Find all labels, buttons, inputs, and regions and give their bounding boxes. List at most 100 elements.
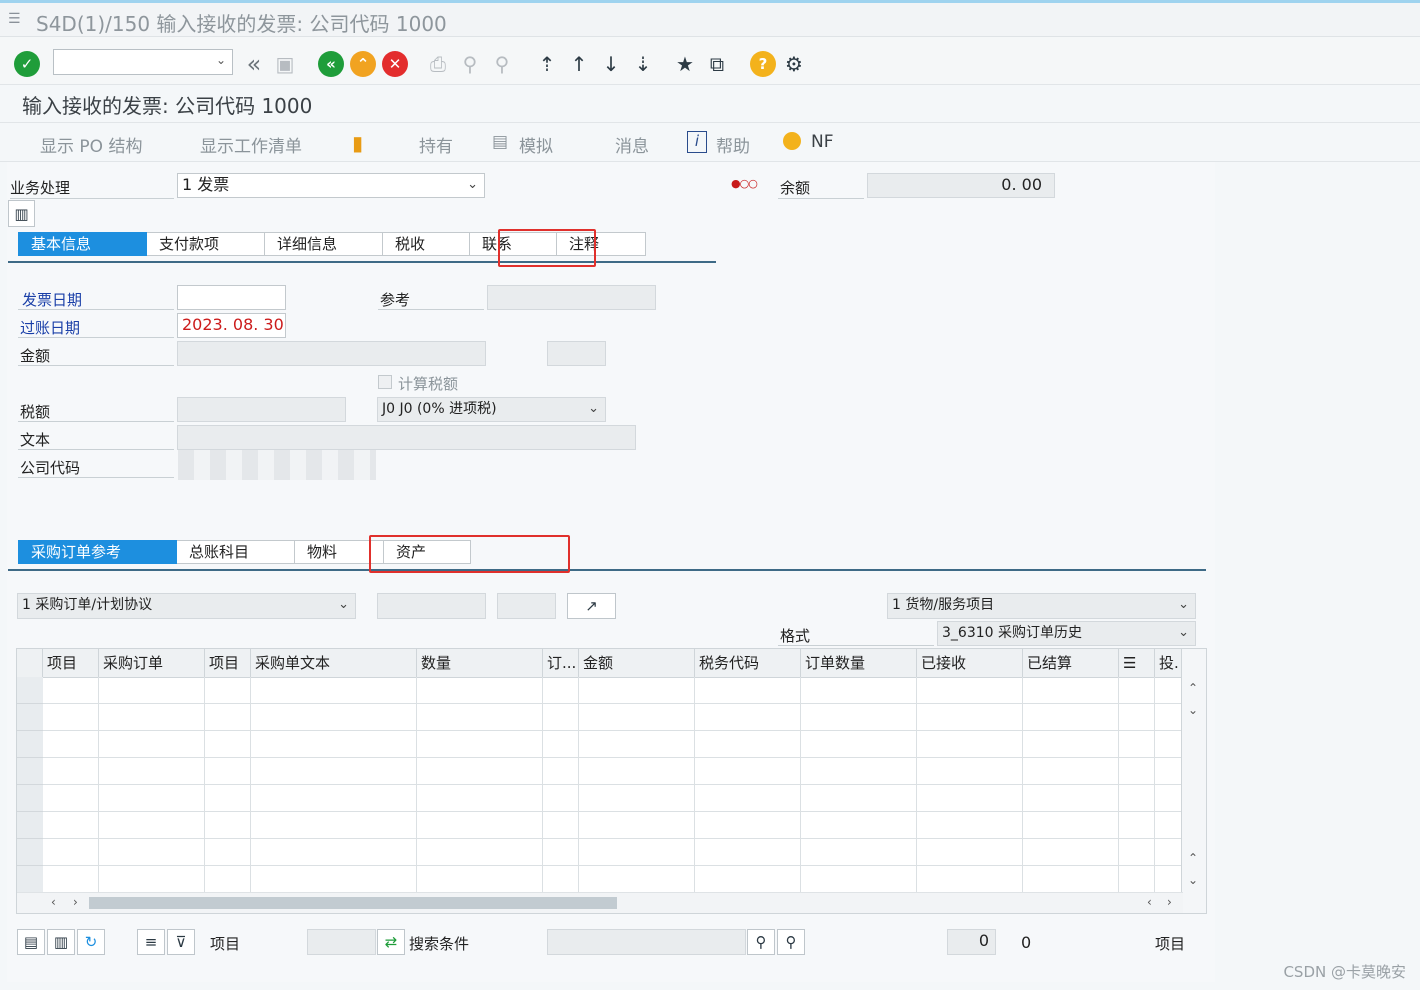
table-cell[interactable] bbox=[801, 731, 917, 758]
table-cell[interactable] bbox=[543, 812, 579, 839]
table-cell[interactable] bbox=[205, 704, 251, 731]
table-cell[interactable] bbox=[417, 866, 543, 893]
scroll-down-icon[interactable]: ⌄ bbox=[1188, 873, 1198, 887]
chevron-down-icon[interactable]: ⌄ bbox=[1178, 594, 1189, 616]
table-cell[interactable] bbox=[543, 758, 579, 785]
command-field[interactable]: ⌄ bbox=[53, 49, 233, 75]
table-cell[interactable] bbox=[579, 758, 695, 785]
table-cell[interactable] bbox=[543, 731, 579, 758]
tax-amount-field[interactable] bbox=[177, 397, 346, 422]
table-cell[interactable] bbox=[1023, 785, 1119, 812]
table-cell[interactable] bbox=[579, 677, 695, 704]
table-cell[interactable] bbox=[917, 785, 1023, 812]
deselect-all-icon[interactable]: ▥ bbox=[47, 929, 75, 955]
previous-page-icon[interactable]: ↑ bbox=[566, 51, 592, 77]
scroll-up-icon[interactable]: ⌃ bbox=[1188, 851, 1198, 865]
filter-icon[interactable]: ⊽ bbox=[167, 929, 195, 955]
find-icon[interactable]: ⚲ bbox=[747, 929, 775, 955]
column-header[interactable]: 税务代码 bbox=[695, 649, 801, 677]
table-cell[interactable] bbox=[1155, 677, 1183, 704]
table-cell[interactable] bbox=[99, 812, 205, 839]
table-cell[interactable] bbox=[579, 839, 695, 866]
table-cell[interactable] bbox=[917, 704, 1023, 731]
table-cell[interactable] bbox=[1023, 839, 1119, 866]
table-cell[interactable] bbox=[695, 785, 801, 812]
table-cell[interactable] bbox=[99, 704, 205, 731]
table-cell[interactable] bbox=[801, 704, 917, 731]
chevron-down-icon[interactable]: ⌄ bbox=[216, 53, 226, 67]
table-cell[interactable] bbox=[579, 704, 695, 731]
table-cell[interactable] bbox=[917, 839, 1023, 866]
table-cell[interactable] bbox=[695, 812, 801, 839]
select-all-icon[interactable]: ▤ bbox=[17, 929, 45, 955]
table-cell[interactable] bbox=[43, 731, 99, 758]
transaction-select[interactable]: 1 发票 ⌄ bbox=[177, 173, 485, 198]
scroll-right-icon[interactable]: › bbox=[73, 895, 78, 909]
table-cell[interactable] bbox=[1119, 731, 1155, 758]
table-cell[interactable] bbox=[1119, 866, 1155, 893]
vertical-scrollbar[interactable]: ⌃ ⌄ ⌃ ⌄ bbox=[1181, 649, 1206, 913]
table-cell[interactable] bbox=[695, 677, 801, 704]
print-icon[interactable]: ⎙ bbox=[425, 51, 451, 77]
table-cell[interactable] bbox=[917, 758, 1023, 785]
table-cell[interactable] bbox=[251, 704, 417, 731]
column-header[interactable]: 项目 bbox=[43, 649, 99, 677]
table-cell[interactable] bbox=[99, 866, 205, 893]
table-cell[interactable] bbox=[801, 839, 917, 866]
table-cell[interactable] bbox=[917, 812, 1023, 839]
scroll-left-icon[interactable]: ‹ bbox=[51, 895, 56, 909]
row-selector[interactable] bbox=[17, 866, 43, 893]
table-cell[interactable] bbox=[801, 812, 917, 839]
select-all-cell[interactable] bbox=[17, 649, 43, 677]
help-icon[interactable]: ? bbox=[750, 51, 776, 77]
enter-check-icon[interactable]: ✓ bbox=[14, 51, 40, 77]
table-cell[interactable] bbox=[417, 785, 543, 812]
table-cell[interactable] bbox=[917, 677, 1023, 704]
messages-button[interactable]: 消息 bbox=[615, 132, 649, 157]
double-back-icon[interactable]: « bbox=[241, 50, 267, 78]
scroll-left-icon[interactable]: ‹ bbox=[1147, 895, 1152, 909]
table-cell[interactable] bbox=[1119, 785, 1155, 812]
table-cell[interactable] bbox=[205, 785, 251, 812]
column-header[interactable]: 投. bbox=[1155, 649, 1183, 677]
invoice-date-field[interactable] bbox=[177, 285, 286, 310]
table-cell[interactable] bbox=[1155, 758, 1183, 785]
table-cell[interactable] bbox=[917, 866, 1023, 893]
table-cell[interactable] bbox=[205, 731, 251, 758]
new-session-icon[interactable]: ★ bbox=[672, 51, 698, 77]
table-cell[interactable] bbox=[251, 731, 417, 758]
nf-button[interactable]: NF bbox=[811, 132, 834, 152]
column-header[interactable]: 金额 bbox=[579, 649, 695, 677]
table-cell[interactable] bbox=[251, 866, 417, 893]
chevron-down-icon[interactable]: ⌄ bbox=[467, 174, 478, 196]
table-cell[interactable] bbox=[43, 785, 99, 812]
table-cell[interactable] bbox=[99, 785, 205, 812]
cancel-icon[interactable]: ✕ bbox=[382, 51, 408, 77]
row-selector[interactable] bbox=[17, 785, 43, 812]
table-cell[interactable] bbox=[205, 812, 251, 839]
table-cell[interactable] bbox=[251, 812, 417, 839]
chevron-down-icon[interactable]: ⌄ bbox=[1178, 622, 1189, 644]
table-cell[interactable] bbox=[579, 866, 695, 893]
table-cell[interactable] bbox=[695, 866, 801, 893]
text-field[interactable] bbox=[177, 425, 636, 450]
search-criteria-field[interactable] bbox=[547, 929, 746, 955]
table-cell[interactable] bbox=[695, 839, 801, 866]
table-cell[interactable] bbox=[1155, 704, 1183, 731]
table-cell[interactable] bbox=[1023, 866, 1119, 893]
table-cell[interactable] bbox=[543, 785, 579, 812]
currency-field[interactable] bbox=[547, 341, 606, 366]
table-cell[interactable] bbox=[695, 731, 801, 758]
clipboard-icon[interactable]: ▮ bbox=[352, 131, 363, 155]
table-cell[interactable] bbox=[579, 785, 695, 812]
tax-code-select[interactable]: J0 J0 (0% 进项税) ⌄ bbox=[377, 397, 606, 422]
layout-select[interactable]: 3_6310 采购订单历史 ⌄ bbox=[937, 621, 1196, 646]
table-cell[interactable] bbox=[43, 866, 99, 893]
table-cell[interactable] bbox=[1119, 758, 1155, 785]
tab-tax[interactable]: 税收 bbox=[383, 232, 470, 256]
refresh-icon[interactable]: ↻ bbox=[77, 929, 105, 955]
table-cell[interactable] bbox=[1155, 785, 1183, 812]
table-cell[interactable] bbox=[801, 785, 917, 812]
gear-icon[interactable]: ⚙ bbox=[781, 51, 807, 77]
table-cell[interactable] bbox=[1023, 704, 1119, 731]
